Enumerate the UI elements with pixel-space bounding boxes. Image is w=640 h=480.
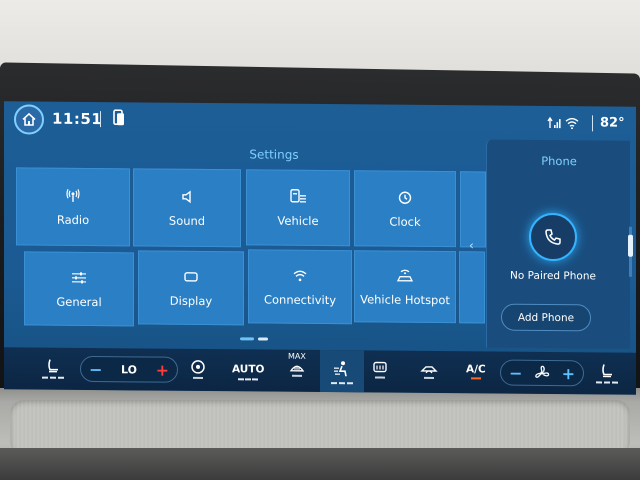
tile-label: Clock (389, 214, 421, 229)
airflow-person-icon (334, 360, 347, 376)
level-indicator (238, 377, 259, 381)
fan-speed-control: − + (500, 359, 584, 387)
level-indicator (42, 375, 64, 379)
auto-label: AUTO (232, 363, 265, 376)
tile-label: Sound (168, 213, 206, 228)
status-divider (592, 115, 593, 132)
driver-temp-increase[interactable]: + (156, 360, 169, 379)
seat-heat-icon (602, 364, 612, 378)
tile-display[interactable]: Display (138, 250, 244, 326)
signal-icon (547, 116, 561, 129)
driver-seat-heat-button[interactable] (42, 358, 64, 379)
level-indicator (331, 380, 353, 384)
tile-vehicle-hotspot[interactable]: Vehicle Hotspot (354, 250, 456, 324)
page-indicator-active (240, 337, 254, 341)
phone-panel: Phone No Paired Phone Add Phone (486, 139, 630, 349)
steering-wheel-heat-icon (191, 360, 205, 374)
rear-defrost-button[interactable] (372, 360, 388, 379)
status-indicator (193, 376, 203, 379)
phone-projection-icon[interactable] (112, 109, 126, 127)
dashboard-lower (0, 448, 640, 480)
page-indicator (258, 337, 268, 341)
settings-title: Settings (249, 147, 299, 162)
tile-general[interactable]: General (24, 251, 134, 327)
status-indicator (424, 376, 434, 379)
tile-label: General (56, 294, 102, 310)
phone-icon (545, 229, 561, 245)
tile-next-page[interactable] (460, 171, 486, 248)
display-icon (184, 272, 198, 282)
outside-temperature: 82° (600, 115, 625, 131)
home-icon (22, 112, 36, 126)
phone-button[interactable] (529, 212, 577, 262)
tile-label: Display (169, 293, 213, 309)
driver-temp-value: LO (121, 362, 137, 376)
radio-icon (66, 189, 80, 202)
chevron-left-icon[interactable]: ‹ (469, 238, 474, 252)
sliders-icon (72, 272, 86, 284)
tile-connectivity[interactable]: Connectivity (248, 249, 352, 325)
max-label: MAX (288, 351, 306, 361)
rear-defrost-icon (373, 361, 387, 373)
ac-button[interactable]: A/C (466, 363, 486, 380)
level-indicator (596, 380, 618, 384)
fan-decrease[interactable]: − (509, 363, 522, 382)
tile-label: Connectivity (263, 292, 337, 308)
wifi-icon (293, 270, 307, 282)
tile-next-page[interactable] (459, 251, 485, 324)
status-indicator (291, 374, 302, 377)
tile-sound[interactable]: Sound (133, 168, 241, 248)
tile-label: Vehicle Hotspot (360, 292, 450, 308)
phone-title: Phone (541, 153, 577, 169)
infotainment-screen: 11:51 82° Settings Radio Sound Vehicle C… (4, 101, 636, 395)
status-indicator (375, 376, 385, 379)
wifi-status-icon (565, 118, 579, 130)
recirculation-button[interactable] (420, 363, 438, 379)
clock-icon (398, 191, 412, 204)
speaker-icon (182, 190, 191, 204)
fan-icon (535, 365, 550, 378)
airflow-mode-button[interactable] (320, 350, 364, 393)
auto-climate-button[interactable]: AUTO (232, 363, 265, 381)
phone-status-text: No Paired Phone (510, 269, 596, 283)
steering-heat-button[interactable] (190, 359, 206, 379)
status-divider (100, 111, 101, 128)
dashboard-trim (10, 400, 630, 455)
fan-increase[interactable]: + (562, 364, 575, 383)
tile-label: Vehicle (277, 213, 319, 228)
home-button[interactable] (14, 104, 44, 135)
tile-vehicle[interactable]: Vehicle (246, 169, 350, 247)
tile-radio[interactable]: Radio (16, 167, 130, 247)
driver-temp-control: − LO + (80, 355, 178, 383)
defrost-icon (289, 365, 305, 372)
ac-status-indicator (470, 377, 481, 380)
recirculation-icon (420, 366, 438, 374)
driver-temp-decrease[interactable]: − (89, 359, 102, 378)
passenger-seat-heat-button[interactable] (596, 362, 618, 384)
scrollbar-thumb[interactable] (628, 234, 633, 257)
climate-bar: − LO + AUTO MAX A/C − + (4, 347, 636, 395)
max-defrost-button[interactable]: MAX (288, 352, 306, 377)
add-phone-button[interactable]: Add Phone (501, 303, 591, 332)
seat-heat-icon (48, 359, 58, 373)
hotspot-icon (396, 269, 414, 282)
clock-time: 11:51 (52, 109, 103, 129)
status-bar: 11:51 82° (4, 101, 636, 141)
tile-clock[interactable]: Clock (354, 170, 456, 248)
ac-label: A/C (466, 363, 486, 376)
tile-label: Radio (56, 212, 90, 227)
vehicle-settings-icon (290, 189, 306, 203)
